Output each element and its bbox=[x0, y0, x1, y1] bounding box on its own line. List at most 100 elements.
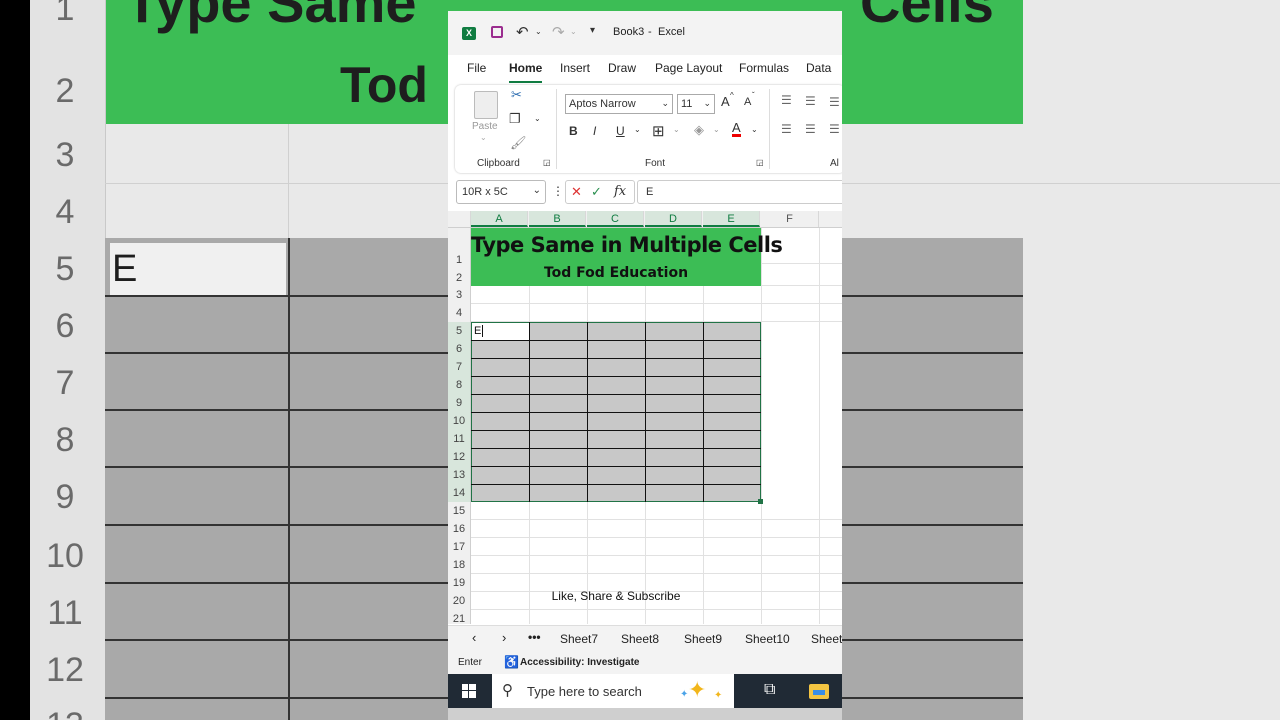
tab-page-layout[interactable]: Page Layout bbox=[655, 61, 722, 81]
copy-dropdown-icon[interactable]: ⌄ bbox=[534, 114, 541, 123]
tab-formulas[interactable]: Formulas bbox=[739, 61, 789, 81]
grow-font-arrow-icon: ^ bbox=[730, 91, 734, 100]
row-header[interactable]: 21 bbox=[448, 610, 471, 624]
italic-button[interactable]: I bbox=[593, 124, 596, 138]
clipboard-launcher-icon[interactable]: ◲ bbox=[543, 158, 551, 167]
undo-icon[interactable]: ↶ bbox=[516, 23, 529, 41]
undo-dropdown-icon[interactable]: ⌄ bbox=[535, 27, 542, 36]
shrink-font-icon[interactable]: A bbox=[744, 96, 751, 108]
align-middle-icon[interactable]: ☰ bbox=[805, 94, 816, 108]
font-color-icon[interactable]: A bbox=[732, 121, 741, 137]
bold-button[interactable]: B bbox=[569, 124, 578, 138]
save-icon[interactable] bbox=[491, 26, 503, 38]
column-header-a[interactable]: A bbox=[471, 211, 528, 227]
tab-data[interactable]: Data bbox=[806, 61, 831, 81]
grow-font-icon[interactable]: A bbox=[721, 94, 730, 109]
cut-icon[interactable]: ✂ bbox=[511, 87, 522, 103]
taskbar-search[interactable]: ⚲ Type here to search ✦ ✦ ✦ bbox=[492, 674, 734, 708]
row-header[interactable]: 7 bbox=[448, 358, 471, 376]
insert-function-icon[interactable]: fx bbox=[614, 184, 626, 199]
underline-button[interactable]: U bbox=[616, 124, 625, 138]
row-header[interactable]: 11 bbox=[448, 430, 471, 448]
row-header[interactable]: 6 bbox=[448, 340, 471, 358]
font-name-select[interactable]: Aptos Narrow ⌄ bbox=[565, 94, 673, 114]
row-header[interactable]: 12 bbox=[448, 448, 471, 466]
row-header[interactable]: 20 bbox=[448, 592, 471, 610]
row-header[interactable]: 10 bbox=[448, 412, 471, 430]
borders-icon[interactable]: ⊞ bbox=[652, 122, 665, 140]
redo-icon[interactable]: ↷ bbox=[552, 23, 565, 41]
title-bar: X ↶ ⌄ ↷ ⌄ ▾ Book3 - Excel bbox=[448, 11, 842, 55]
column-header-f[interactable]: F bbox=[761, 211, 819, 227]
tab-insert[interactable]: Insert bbox=[560, 61, 590, 81]
column-header-c[interactable]: C bbox=[587, 211, 644, 227]
windows-start-icon[interactable] bbox=[462, 684, 476, 698]
paste-dropdown-icon[interactable]: ⌄ bbox=[480, 133, 487, 142]
tab-home[interactable]: Home bbox=[509, 61, 543, 83]
row-header[interactable]: 1 bbox=[448, 228, 471, 266]
row-header[interactable]: 17 bbox=[448, 538, 471, 556]
row-header[interactable]: 15 bbox=[448, 502, 471, 520]
sheet-tab[interactable]: Sheet bbox=[811, 632, 842, 646]
align-center-icon[interactable]: ☰ bbox=[805, 122, 816, 136]
column-header-d[interactable]: D bbox=[645, 211, 702, 227]
cancel-entry-icon[interactable]: ✕ bbox=[571, 184, 582, 200]
copy-icon[interactable]: ❐ bbox=[509, 111, 521, 127]
font-name-dropdown-icon[interactable]: ⌄ bbox=[661, 98, 669, 109]
redo-dropdown-icon[interactable]: ⌄ bbox=[570, 27, 577, 36]
accessibility-status[interactable]: Accessibility: Investigate bbox=[520, 657, 640, 668]
row-header[interactable]: 19 bbox=[448, 574, 471, 592]
tab-file[interactable]: File bbox=[467, 61, 486, 81]
underline-dropdown-icon[interactable]: ⌄ bbox=[634, 125, 641, 134]
row-header[interactable]: 14 bbox=[448, 484, 471, 502]
tab-draw[interactable]: Draw bbox=[608, 61, 636, 81]
name-box-value: 10R x 5C bbox=[462, 186, 508, 198]
customize-toolbar-icon[interactable]: ▾ bbox=[590, 25, 595, 36]
sheet-tab[interactable]: Sheet7 bbox=[560, 632, 598, 646]
align-right-icon[interactable]: ☰ bbox=[829, 122, 840, 136]
next-sheet-icon[interactable]: › bbox=[502, 630, 506, 645]
fill-color-dropdown-icon[interactable]: ⌄ bbox=[713, 125, 720, 134]
name-box[interactable]: 10R x 5C ⌄ bbox=[456, 180, 546, 204]
font-size-dropdown-icon[interactable]: ⌄ bbox=[703, 98, 711, 109]
align-bottom-icon[interactable]: ☰ bbox=[829, 95, 840, 109]
row-header[interactable]: 13 bbox=[448, 466, 471, 484]
row-header[interactable]: 2 bbox=[448, 264, 471, 286]
paste-icon[interactable] bbox=[474, 91, 498, 119]
document-title: Book3 bbox=[613, 26, 645, 38]
borders-dropdown-icon[interactable]: ⌄ bbox=[673, 125, 680, 134]
row-header[interactable]: 4 bbox=[448, 304, 471, 322]
align-top-icon[interactable]: ☰ bbox=[781, 93, 792, 107]
row-header[interactable]: 9 bbox=[448, 394, 471, 412]
fill-color-icon[interactable]: ◈ bbox=[694, 122, 704, 138]
row-header[interactable]: 16 bbox=[448, 520, 471, 538]
align-left-icon[interactable]: ☰ bbox=[781, 122, 792, 136]
more-sheets-icon[interactable]: ••• bbox=[528, 630, 541, 644]
corner-select-all[interactable] bbox=[448, 211, 471, 227]
confirm-entry-icon[interactable]: ✓ bbox=[591, 184, 602, 200]
font-launcher-icon[interactable]: ◲ bbox=[756, 158, 764, 167]
font-color-dropdown-icon[interactable]: ⌄ bbox=[751, 125, 758, 134]
group-divider bbox=[769, 89, 770, 169]
column-header-e[interactable]: E bbox=[703, 211, 760, 227]
file-explorer-icon[interactable] bbox=[809, 684, 829, 699]
format-painter-icon[interactable]: 🖌 bbox=[510, 135, 527, 151]
name-box-dropdown-icon[interactable]: ⌄ bbox=[533, 185, 541, 196]
fill-handle[interactable] bbox=[758, 499, 763, 504]
sheet-tab[interactable]: Sheet10 bbox=[745, 632, 790, 646]
sheet-tab[interactable]: Sheet9 bbox=[684, 632, 722, 646]
sheet-tab[interactable]: Sheet8 bbox=[621, 632, 659, 646]
accessibility-icon[interactable]: ♿ bbox=[504, 655, 519, 669]
column-header-b[interactable]: B bbox=[529, 211, 586, 227]
row-header[interactable]: 18 bbox=[448, 556, 471, 574]
font-size-select[interactable]: 11 ⌄ bbox=[677, 94, 715, 114]
row-header[interactable]: 8 bbox=[448, 376, 471, 394]
prev-sheet-icon[interactable]: ‹ bbox=[472, 630, 476, 645]
paste-label[interactable]: Paste bbox=[472, 121, 498, 132]
more-options-icon[interactable]: ⋮ bbox=[552, 184, 564, 198]
text-cursor bbox=[482, 325, 483, 337]
formula-input[interactable]: E bbox=[637, 180, 842, 204]
task-view-icon[interactable]: ⧉ bbox=[764, 681, 775, 699]
row-header[interactable]: 5 bbox=[448, 322, 471, 340]
row-header[interactable]: 3 bbox=[448, 286, 471, 304]
